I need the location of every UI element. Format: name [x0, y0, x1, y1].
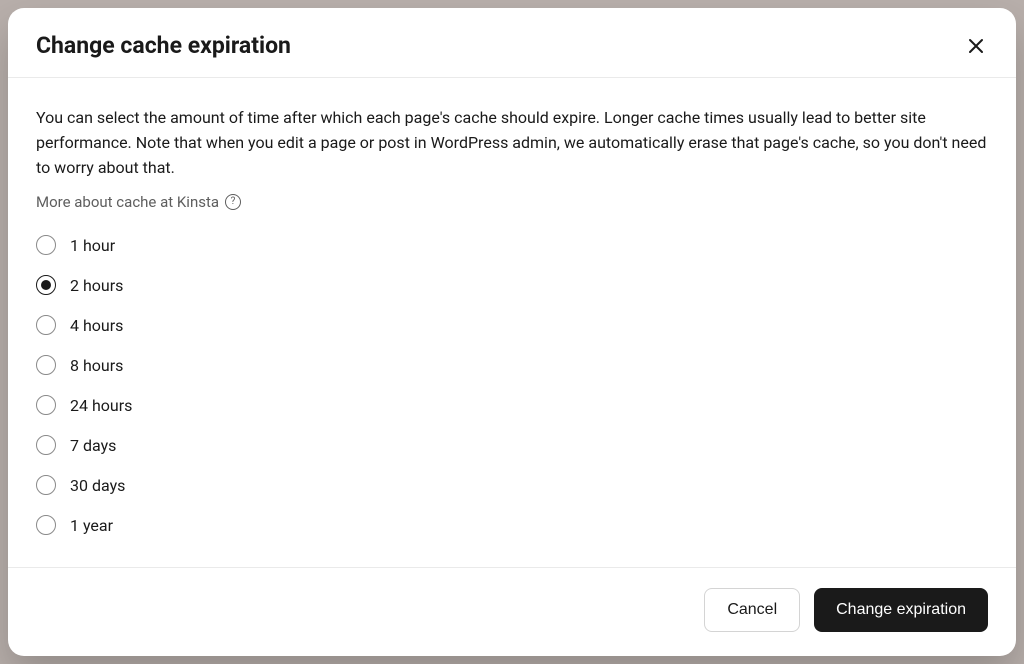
radio-icon [36, 515, 56, 535]
radio-icon [36, 235, 56, 255]
radio-option[interactable]: 4 hours [36, 315, 988, 335]
modal-title: Change cache expiration [36, 32, 291, 59]
radio-label: 1 year [70, 516, 113, 535]
radio-icon [36, 275, 56, 295]
help-link[interactable]: More about cache at Kinsta ? [36, 193, 241, 211]
radio-label: 2 hours [70, 276, 123, 295]
radio-label: 7 days [70, 436, 116, 455]
help-link-text: More about cache at Kinsta [36, 193, 219, 211]
radio-option[interactable]: 8 hours [36, 355, 988, 375]
modal-footer: Cancel Change expiration [8, 567, 1016, 656]
radio-option[interactable]: 1 year [36, 515, 988, 535]
radio-label: 30 days [70, 476, 125, 495]
radio-icon [36, 395, 56, 415]
modal-header: Change cache expiration [8, 8, 1016, 78]
radio-option[interactable]: 1 hour [36, 235, 988, 255]
help-icon: ? [225, 194, 241, 210]
radio-label: 1 hour [70, 236, 115, 255]
change-expiration-button[interactable]: Change expiration [814, 588, 988, 632]
radio-icon [36, 355, 56, 375]
radio-label: 24 hours [70, 396, 132, 415]
radio-dot-icon [41, 280, 51, 290]
cancel-button[interactable]: Cancel [704, 588, 800, 632]
cache-expiration-modal: Change cache expiration You can select t… [8, 8, 1016, 656]
radio-icon [36, 315, 56, 335]
radio-option[interactable]: 24 hours [36, 395, 988, 415]
radio-label: 4 hours [70, 316, 123, 335]
modal-backdrop: Change cache expiration You can select t… [0, 0, 1024, 664]
expiration-options: 1 hour 2 hours 4 hours 8 hours 24 hours 7 day… [36, 235, 988, 535]
radio-option[interactable]: 30 days [36, 475, 988, 495]
modal-description: You can select the amount of time after … [36, 106, 988, 180]
radio-icon [36, 475, 56, 495]
radio-option[interactable]: 2 hours [36, 275, 988, 295]
radio-label: 8 hours [70, 356, 123, 375]
close-button[interactable] [964, 34, 988, 58]
close-icon [968, 38, 984, 54]
radio-icon [36, 435, 56, 455]
radio-option[interactable]: 7 days [36, 435, 988, 455]
modal-body: You can select the amount of time after … [8, 78, 1016, 567]
